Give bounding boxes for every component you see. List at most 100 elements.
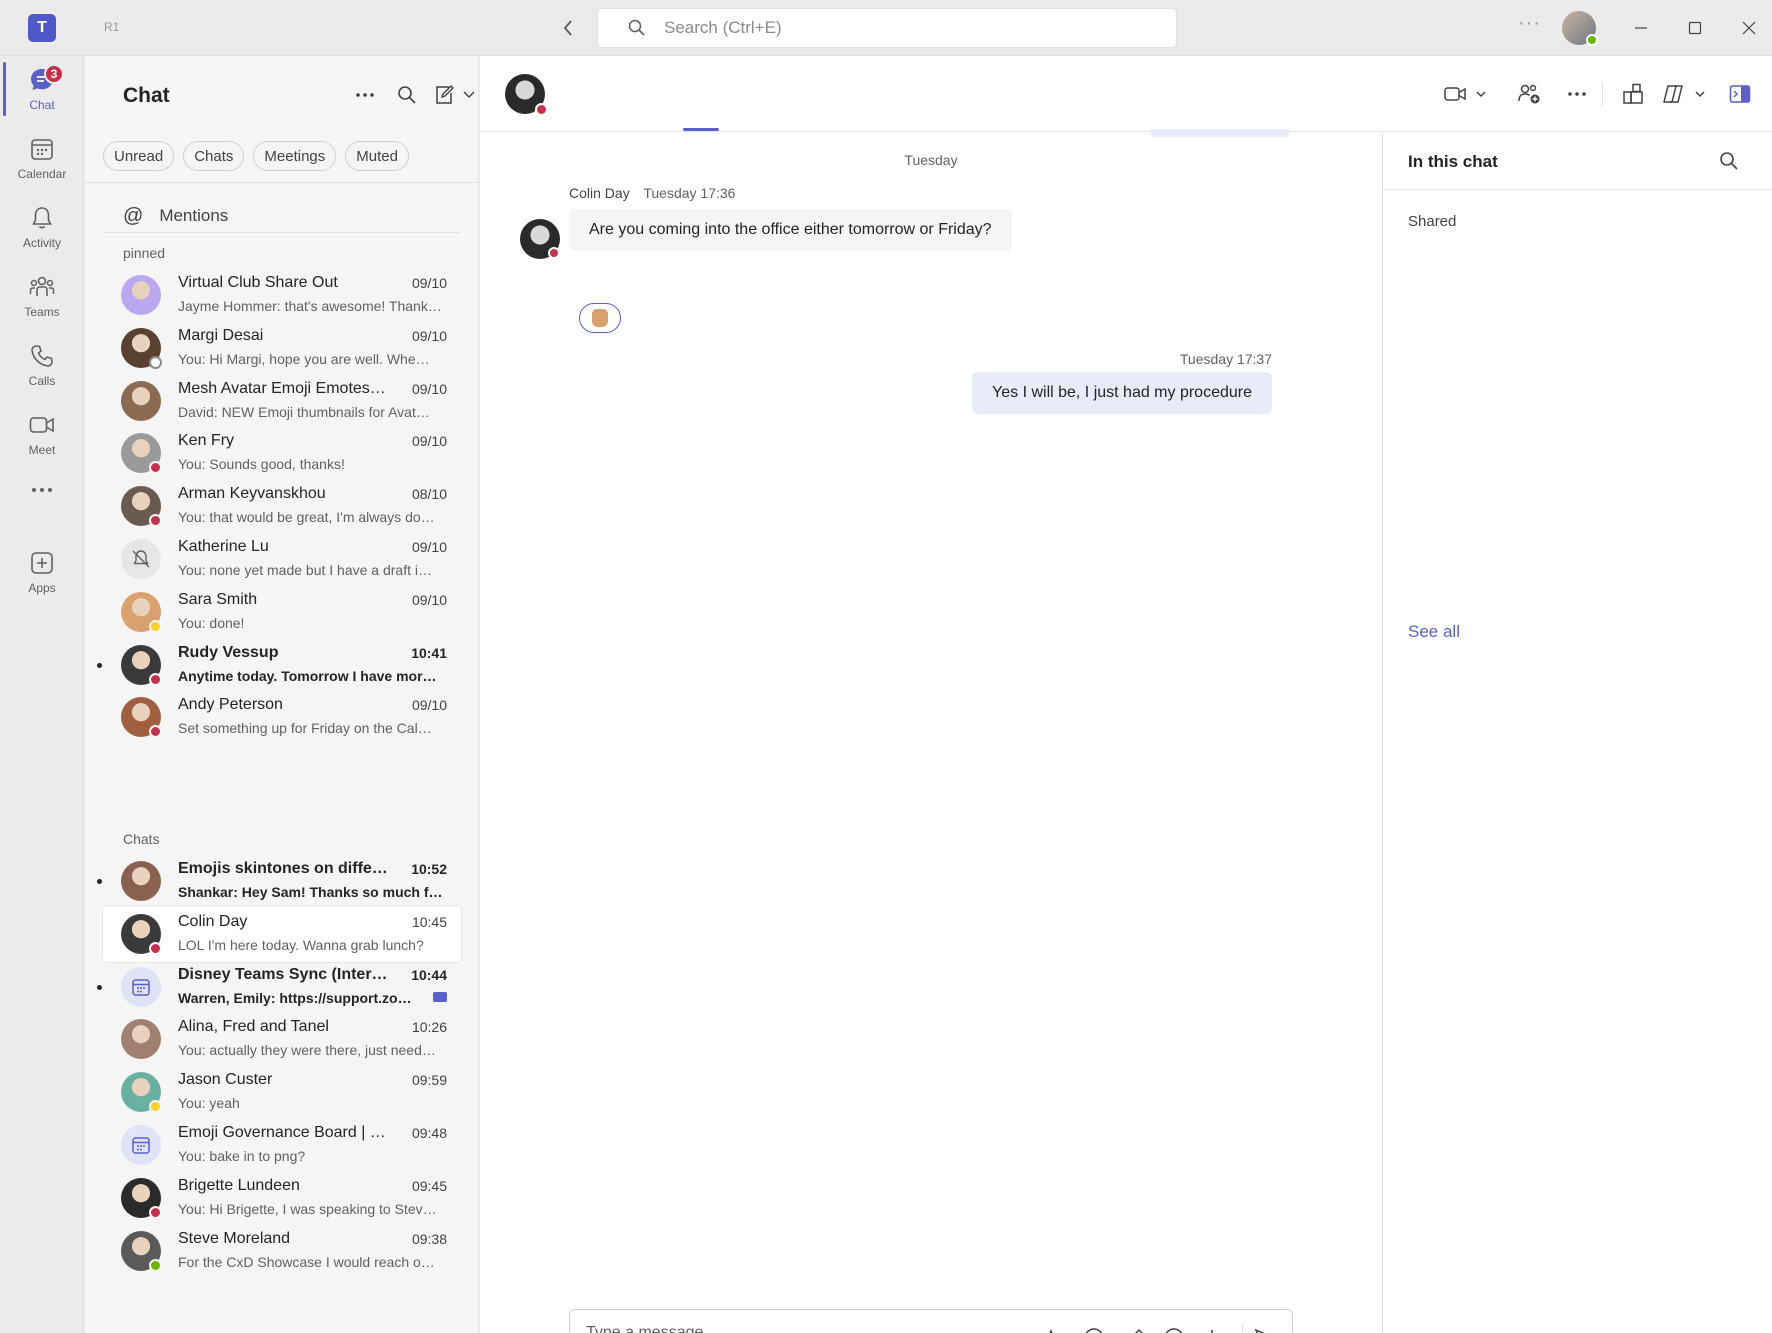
conversation-pane: Tuesday Colin Day Tuesday 17:36 Are you …	[480, 56, 1772, 1333]
compose-box[interactable]	[569, 1309, 1293, 1333]
chats-section-label: Chats	[123, 831, 160, 847]
chat-preview: You: none yet made but I have a draft i…	[178, 562, 432, 578]
rail-meet[interactable]: Meet	[0, 401, 84, 467]
teams-logo-icon: T	[28, 14, 56, 42]
presence-badge	[149, 672, 162, 686]
see-all-link[interactable]: See all	[1408, 622, 1460, 642]
avatar	[121, 275, 161, 315]
chat-preview: Shankar: Hey Sam! Thanks so much f…	[178, 884, 443, 900]
outgoing-message-bubble[interactable]: Yes I will be, I just had my procedure	[972, 372, 1272, 414]
chat-name: Katherine Lu	[178, 538, 269, 555]
search-input[interactable]	[664, 18, 1144, 38]
chat-list-item[interactable]: Emoji Governance Board | … 09:48 You: bake…	[103, 1117, 461, 1173]
chat-list-item[interactable]: Sara Smith 09/10 You: done!	[103, 584, 461, 640]
chat-name: Emojis skintones on diffe…	[178, 860, 388, 877]
chat-preview: You: Hi Brigette, I was speaking to Stev…	[178, 1200, 437, 1217]
in-this-chat-panel: In this chat Shared See all	[1382, 133, 1772, 1333]
filter-muted[interactable]: Muted	[345, 141, 409, 171]
rail-calls[interactable]: Calls	[0, 332, 84, 398]
calendar-icon	[132, 978, 150, 996]
chat-list-item[interactable]: Jason Custer 09:59 You: yeah	[103, 1064, 461, 1120]
rail-calendar-label: Calendar	[17, 167, 67, 181]
chat-time: 10:45	[411, 913, 447, 930]
chat-list-item[interactable]: Ken Fry 09/10 You: Sounds good, thanks!	[103, 425, 461, 481]
chat-list-item[interactable]: Arman Keyvanskhou 08/10 You: that would be…	[103, 478, 461, 534]
send-icon[interactable]	[1251, 1324, 1279, 1333]
panel-search-icon[interactable]	[1713, 145, 1745, 177]
more-options-icon[interactable]	[350, 80, 380, 110]
message-input[interactable]	[586, 1324, 1006, 1333]
apps-icon[interactable]	[1617, 78, 1649, 110]
rail-calendar[interactable]: Calendar	[0, 125, 84, 191]
chat-name: Andy Peterson	[178, 696, 283, 714]
chat-list-title: Chat	[123, 84, 170, 107]
maximize-icon[interactable]	[1680, 14, 1710, 42]
emoji-icon[interactable]	[1080, 1324, 1108, 1333]
mentions-item[interactable]: @ Mentions	[123, 196, 228, 236]
presence-badge	[149, 461, 162, 475]
chat-list-item[interactable]: Steve Moreland 09:38 For the CxD Showcase …	[103, 1223, 461, 1279]
loop-icon[interactable]	[1160, 1324, 1188, 1333]
rail-apps[interactable]: Apps	[0, 539, 84, 605]
message-time: Tuesday 17:36	[643, 185, 736, 201]
chat-list-item[interactable]: Margi Desai 09/10 You: Hi Margi, hope you …	[103, 320, 461, 376]
back-arrow-icon[interactable]	[554, 14, 582, 42]
presence-badge	[149, 1100, 162, 1114]
chat-time: 10:26	[411, 1019, 447, 1036]
rail-teams[interactable]: Teams	[0, 263, 84, 329]
pinned-section-label: pinned	[123, 245, 166, 261]
chat-list-item[interactable]: Virtual Club Share Out 09/10 Jayme Hommer:…	[103, 267, 461, 323]
chat-name: Ken Fry	[178, 432, 235, 450]
incoming-message-meta: Colin Day Tuesday 17:36	[569, 185, 735, 201]
chat-list-item[interactable]: Colin Day 10:45 LOL I'm here today. Wanna …	[103, 905, 461, 962]
chat-list-item[interactable]: Mesh Avatar Emoji Emotes… 09/10 David: NEW…	[103, 373, 461, 429]
chat-name: Disney Teams Sync (Inter…	[178, 965, 388, 983]
chat-list-item[interactable]: Alina, Fred and Tanel 10:26 You: actually …	[103, 1011, 461, 1067]
message-author: Colin Day	[569, 185, 630, 201]
filter-chats[interactable]: Chats	[183, 141, 245, 171]
chat-name: Mesh Avatar Emoji Emotes…	[178, 379, 386, 397]
calendar-icon	[132, 1137, 150, 1154]
my-presence-badge	[1586, 34, 1598, 46]
title-bar: T R1 ···	[0, 0, 1772, 56]
filter-search-icon[interactable]	[392, 80, 422, 110]
chat-time: 09/10	[411, 327, 447, 344]
chat-time: 08/10	[411, 486, 447, 503]
filter-unread[interactable]: Unread	[103, 141, 175, 171]
chat-list-item[interactable]: Brigette Lundeen 09:45 You: Hi Brigette, I…	[103, 1170, 461, 1226]
new-chat-icon[interactable]	[432, 80, 478, 110]
calendar-icon	[28, 135, 56, 163]
rail-meet-label: Meet	[28, 443, 56, 457]
sparkle-pen-icon[interactable]	[1120, 1324, 1148, 1333]
plus-icon[interactable]	[1198, 1324, 1226, 1333]
thumbs-up-reaction[interactable]	[579, 303, 621, 333]
video-call-button[interactable]	[1437, 78, 1497, 110]
titlebar-more-button[interactable]: ···	[1518, 12, 1541, 35]
rail-activity[interactable]: Activity	[0, 194, 84, 260]
chat-list-item[interactable]: Emojis skintones on diffe… 10:52 Shankar: …	[97, 853, 461, 909]
chat-list-item[interactable]: Andy Peterson 09/10 Set something up for F…	[103, 689, 461, 745]
more-options-icon[interactable]	[1561, 78, 1593, 110]
side-panel-title: In this chat	[1408, 152, 1498, 171]
chat-list-item[interactable]: Katherine Lu 09/10 You: none yet made but …	[103, 531, 461, 587]
rail-chat[interactable]: Chat 3	[0, 56, 84, 122]
copilot-icon[interactable]	[1660, 78, 1710, 110]
minimize-icon[interactable]	[1626, 14, 1656, 42]
side-panel-toggle-icon[interactable]	[1724, 78, 1756, 110]
chat-list-item[interactable]: Rudy Vessup 10:41 Anytime today. Tomorrow …	[97, 637, 461, 693]
meeting-avatar	[121, 1125, 161, 1165]
close-window-icon[interactable]	[1734, 14, 1764, 42]
incoming-message-bubble[interactable]: Are you coming into the office either to…	[569, 209, 1012, 251]
meeting-avatar	[121, 966, 161, 1007]
rail-more-apps[interactable]	[0, 470, 84, 510]
rail-apps-label: Apps	[28, 581, 56, 595]
chat-name: Emoji Governance Board | …	[178, 1124, 386, 1141]
filter-meetings[interactable]: Meetings	[253, 141, 337, 171]
add-people-icon[interactable]	[1513, 78, 1545, 110]
chat-name: Margi Desai	[178, 326, 264, 344]
chat-list-item[interactable]: Disney Teams Sync (Inter… 10:44 Warren, Em…	[97, 959, 461, 1015]
format-icon[interactable]	[1040, 1324, 1068, 1333]
bell-icon	[28, 204, 56, 232]
global-search-box[interactable]	[597, 8, 1177, 48]
rail-calls-label: Calls	[28, 374, 56, 388]
